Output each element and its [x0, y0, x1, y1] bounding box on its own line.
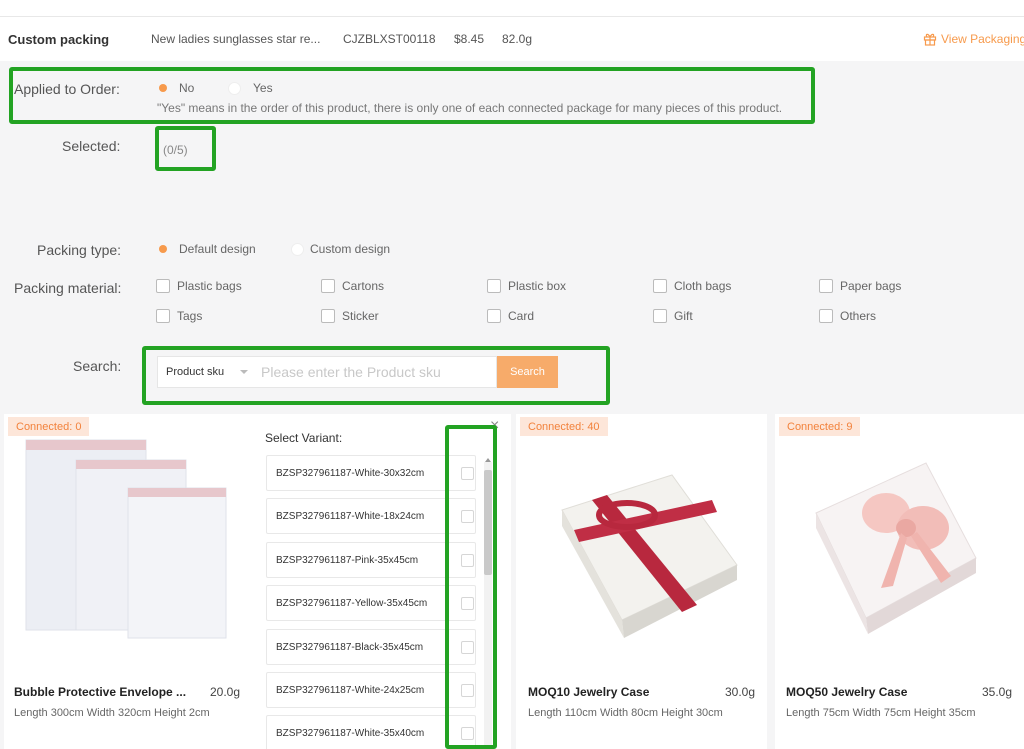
product-price: $8.45: [454, 32, 485, 46]
material-label: Others: [840, 309, 877, 323]
radio-checked-icon: [159, 245, 167, 253]
checkbox-box: [487, 279, 501, 293]
material-label: Sticker: [342, 309, 379, 323]
material-others-checkbox[interactable]: Others: [819, 309, 876, 323]
variant-label: BZSP327961187-White-35x40cm: [276, 727, 425, 739]
variant-label: BZSP327961187-White-24x25cm: [276, 684, 425, 696]
material-label: Tags: [177, 309, 203, 323]
packing-type-custom-label: Custom design: [310, 242, 391, 256]
packaging-card[interactable]: Connected: 40 MOQ10 Jewelry Case 30.0g L…: [516, 414, 767, 749]
product-header: Custom packing New ladies sunglasses sta…: [0, 17, 1024, 61]
variant-label: BZSP327961187-Black-35x45cm: [276, 641, 424, 653]
page-title: Custom packing: [8, 31, 110, 47]
checkbox-box: [653, 279, 667, 293]
checkbox-box: [819, 309, 833, 323]
variant-label: BZSP327961187-White-18x24cm: [276, 510, 425, 522]
material-cloth-bags-checkbox[interactable]: Cloth bags: [653, 279, 731, 293]
material-label: Cloth bags: [674, 279, 732, 293]
radio-unchecked-icon: [291, 242, 304, 256]
bubble-envelope-image: [25, 439, 227, 639]
search-label: Search:: [73, 358, 122, 374]
card-weight: 30.0g: [725, 685, 756, 699]
card-name: MOQ10 Jewelry Case: [528, 685, 650, 699]
product-weight: 82.0g: [502, 32, 533, 46]
card-name: MOQ50 Jewelry Case: [786, 685, 908, 699]
highlight-variant-checkboxes: [445, 425, 497, 749]
variant-panel-title: Select Variant:: [265, 431, 343, 445]
packing-material-label: Packing material:: [14, 280, 122, 296]
card-dimensions: Length 75cm Width 75cm Height 35cm: [786, 707, 976, 719]
card-dimensions: Length 300cm Width 320cm Height 2cm: [14, 707, 210, 719]
material-plastic-box-checkbox[interactable]: Plastic box: [487, 279, 566, 293]
material-label: Paper bags: [840, 279, 902, 293]
material-cartons-checkbox[interactable]: Cartons: [321, 279, 384, 293]
packaging-card[interactable]: Connected: 0 Bubble Protective Envelope …: [4, 414, 253, 749]
highlight-search: [142, 346, 610, 405]
connected-badge: Connected: 9: [779, 417, 861, 436]
highlight-selected-count: [155, 126, 216, 171]
material-label: Gift: [674, 309, 693, 323]
checkbox-box: [653, 309, 667, 323]
variant-label: BZSP327961187-Pink-35x45cm: [276, 554, 419, 566]
product-sku: CJZBLXST00118: [343, 32, 436, 46]
product-name: New ladies sunglasses star re...: [151, 32, 321, 46]
card-name: Bubble Protective Envelope ...: [14, 685, 187, 699]
connected-badge: Connected: 40: [520, 417, 608, 436]
material-label: Cartons: [342, 279, 385, 293]
checkbox-box: [321, 279, 335, 293]
top-bar: [0, 0, 1024, 17]
checkbox-box: [487, 309, 501, 323]
material-gift-checkbox[interactable]: Gift: [653, 309, 693, 323]
variant-label: BZSP327961187-White-30x32cm: [276, 467, 425, 479]
material-label: Card: [508, 309, 535, 323]
selected-label: Selected:: [62, 138, 121, 154]
packing-type-default-label: Default design: [179, 242, 256, 256]
card-dimensions: Length 110cm Width 80cm Height 30cm: [528, 707, 723, 719]
checkbox-box: [156, 309, 170, 323]
material-label: Plastic bags: [177, 279, 242, 293]
jewelry-case-image: [815, 462, 977, 634]
checkbox-box: [156, 279, 170, 293]
view-packaging-label: View Packaging: [941, 32, 1024, 46]
variant-label: BZSP327961187-Yellow-35x45cm: [276, 597, 428, 609]
packing-type-custom-radio[interactable]: Custom design: [291, 242, 390, 256]
connected-badge: Connected: 0: [8, 417, 90, 436]
packing-type-default-radio[interactable]: Default design: [159, 242, 256, 256]
card-weight: 35.0g: [982, 685, 1013, 699]
gift-icon: [923, 33, 937, 46]
material-label: Plastic box: [508, 279, 567, 293]
packing-type-label: Packing type:: [37, 242, 122, 258]
view-packaging-link[interactable]: View Packaging: [923, 32, 1024, 46]
material-plastic-bags-checkbox[interactable]: Plastic bags: [156, 279, 242, 293]
material-tags-checkbox[interactable]: Tags: [156, 309, 202, 323]
material-sticker-checkbox[interactable]: Sticker: [321, 309, 379, 323]
packaging-card[interactable]: Connected: 9 MOQ50 Jewelry Case 35.0g Le…: [775, 414, 1024, 749]
card-weight: 20.0g: [210, 685, 241, 699]
material-paper-bags-checkbox[interactable]: Paper bags: [819, 279, 901, 293]
material-card-checkbox[interactable]: Card: [487, 309, 534, 323]
checkbox-box: [321, 309, 335, 323]
highlight-applied-to-order: [9, 67, 815, 124]
jewelry-case-image: [561, 474, 738, 638]
checkbox-box: [819, 279, 833, 293]
